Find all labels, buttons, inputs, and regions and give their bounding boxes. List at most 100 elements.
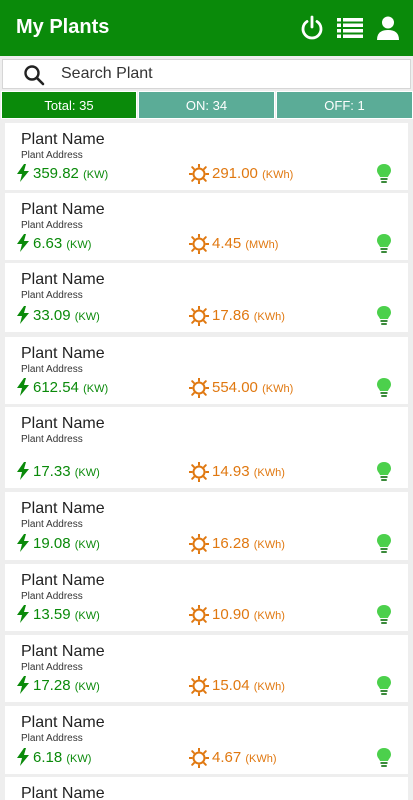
search-icon — [24, 65, 45, 86]
energy-unit: (KWh) — [262, 383, 294, 395]
app-bar: My Plants — [0, 0, 413, 56]
lightbulb-icon — [377, 462, 391, 481]
plant-address: Plant Address — [21, 591, 83, 602]
power-value: 13.59 — [33, 606, 71, 623]
energy-unit: (KWh) — [262, 169, 294, 181]
plant-card[interactable]: Plant Name Plant Address 17.33 (KW) 14.93 (… — [5, 407, 408, 488]
plant-name: Plant Name — [21, 785, 105, 800]
plant-card[interactable]: Plant Name Plant Address 33.09 (KW) 17.86 (… — [5, 263, 408, 332]
power-value: 19.08 — [33, 535, 71, 552]
plant-address: Plant Address — [21, 662, 83, 673]
energy-today: 4.45 (MWh) — [212, 235, 278, 252]
energy-unit: (KWh) — [253, 539, 285, 551]
plant-card[interactable]: Plant Name Plant Address 17.28 (KW) 15.04 (… — [5, 635, 408, 702]
current-power: 6.63 (KW) — [33, 235, 91, 252]
power-unit: (KW) — [66, 753, 92, 765]
plant-card[interactable]: Plant Name Plant Address 359.82 (KW) 291.00… — [5, 123, 408, 190]
energy-value: 4.45 — [212, 235, 242, 252]
sun-icon — [189, 378, 209, 398]
energy-unit: (KWh) — [253, 467, 285, 479]
page-title: My Plants — [16, 16, 110, 38]
current-power: 17.28 (KW) — [33, 677, 100, 694]
energy-unit: (KWh) — [253, 311, 285, 323]
energy-value: 14.93 — [212, 463, 250, 480]
search-bar — [2, 59, 411, 89]
current-power: 17.33 (KW) — [33, 463, 100, 480]
plant-card[interactable]: Plant Name Plant Address 6.63 (KW) 4.45 (MW… — [5, 193, 408, 260]
user-icon[interactable] — [374, 14, 402, 42]
plant-address: Plant Address — [21, 220, 83, 231]
lightning-icon — [17, 234, 29, 252]
lightbulb-icon — [377, 676, 391, 695]
power-unit: (KW) — [74, 610, 100, 622]
plant-card[interactable]: Plant Name Plant Address 13.59 (KW) 10.90 (… — [5, 564, 408, 631]
energy-unit: (KWh) — [253, 681, 285, 693]
power-value: 6.63 — [33, 235, 63, 252]
sun-icon — [189, 748, 209, 768]
lightning-icon — [17, 605, 29, 623]
plant-name: Plant Name — [21, 271, 105, 288]
energy-value: 15.04 — [212, 677, 250, 694]
lightbulb-icon — [377, 306, 391, 325]
search-input[interactable] — [61, 62, 401, 86]
energy-today: 10.90 (KWh) — [212, 606, 285, 623]
energy-today: 16.28 (KWh) — [212, 535, 285, 552]
energy-today: 15.04 (KWh) — [212, 677, 285, 694]
plant-name: Plant Name — [21, 572, 105, 589]
sun-icon — [189, 164, 209, 184]
power-unit: (KW) — [83, 383, 109, 395]
tab-on[interactable]: ON: 34 — [138, 91, 275, 119]
plant-name: Plant Name — [21, 131, 105, 148]
lightbulb-icon — [377, 378, 391, 397]
plant-name: Plant Name — [21, 415, 105, 432]
energy-value: 554.00 — [212, 379, 258, 396]
lightning-icon — [17, 676, 29, 694]
energy-today: 554.00 (KWh) — [212, 379, 293, 396]
tab-total[interactable]: Total: 35 — [1, 91, 137, 119]
energy-value: 4.67 — [212, 749, 242, 766]
power-unit: (KW) — [74, 311, 100, 323]
energy-unit: (MWh) — [245, 239, 279, 251]
energy-today: 14.93 (KWh) — [212, 463, 285, 480]
plant-address: Plant Address — [21, 519, 83, 530]
plant-address: Plant Address — [21, 150, 83, 161]
sun-icon — [189, 605, 209, 625]
plant-card[interactable]: Plant Name Plant Address 612.54 (KW) 554.00… — [5, 337, 408, 404]
plant-address: Plant Address — [21, 733, 83, 744]
plant-card[interactable]: Plant Name Plant Address 6.18 (KW) 4.67 (KW… — [5, 706, 408, 774]
tab-off[interactable]: OFF: 1 — [276, 91, 413, 119]
plant-address: Plant Address — [21, 364, 83, 375]
lightbulb-icon — [377, 748, 391, 767]
energy-today: 4.67 (KWh) — [212, 749, 277, 766]
plant-address: Plant Address — [21, 434, 83, 445]
energy-today: 291.00 (KWh) — [212, 165, 293, 182]
power-unit: (KW) — [74, 539, 100, 551]
sun-icon — [189, 534, 209, 554]
current-power: 359.82 (KW) — [33, 165, 108, 182]
plant-name: Plant Name — [21, 500, 105, 517]
plant-name: Plant Name — [21, 643, 105, 660]
plant-name: Plant Name — [21, 714, 105, 731]
power-value: 17.33 — [33, 463, 71, 480]
energy-unit: (KWh) — [253, 610, 285, 622]
current-power: 6.18 (KW) — [33, 749, 91, 766]
current-power: 19.08 (KW) — [33, 535, 100, 552]
lightning-icon — [17, 462, 29, 480]
sun-icon — [189, 306, 209, 326]
power-unit: (KW) — [74, 467, 100, 479]
sun-icon — [189, 462, 209, 482]
plant-card[interactable]: Plant Name — [5, 777, 408, 800]
list-icon[interactable] — [336, 14, 364, 42]
plant-card[interactable]: Plant Name Plant Address 19.08 (KW) 16.28 (… — [5, 492, 408, 560]
plant-address: Plant Address — [21, 290, 83, 301]
power-value: 612.54 — [33, 379, 79, 396]
lightbulb-icon — [377, 164, 391, 183]
lightning-icon — [17, 378, 29, 396]
status-tabs: Total: 35 ON: 34 OFF: 1 — [0, 91, 413, 119]
power-icon[interactable] — [298, 14, 326, 42]
current-power: 612.54 (KW) — [33, 379, 108, 396]
lightning-icon — [17, 306, 29, 324]
sun-icon — [189, 234, 209, 254]
power-unit: (KW) — [83, 169, 109, 181]
lightbulb-icon — [377, 605, 391, 624]
